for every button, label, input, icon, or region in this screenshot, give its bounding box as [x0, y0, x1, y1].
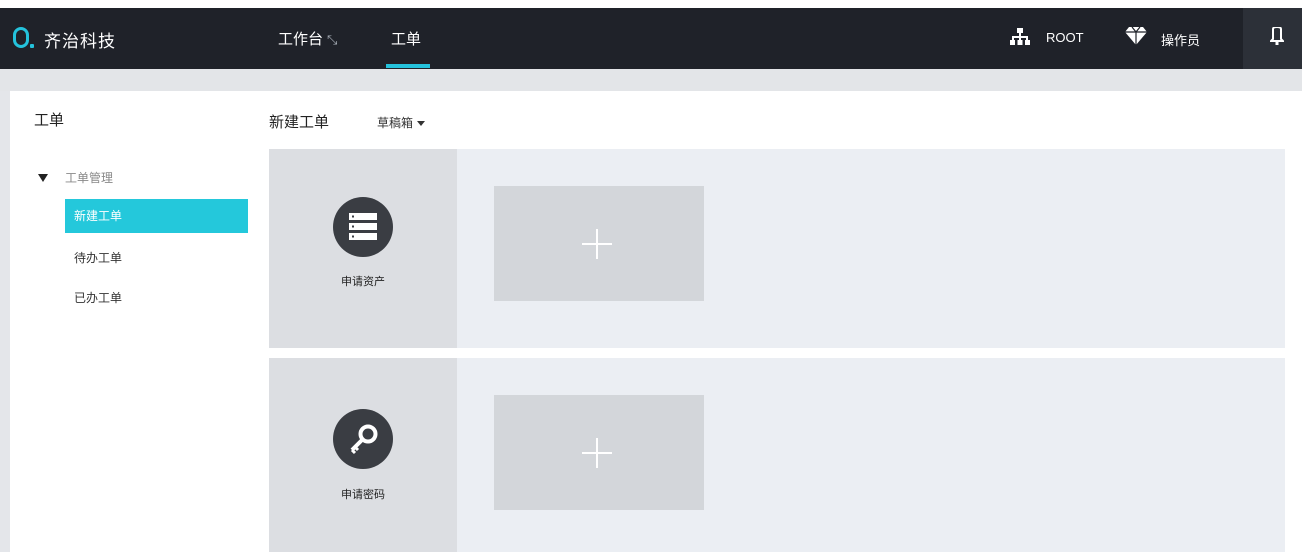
- nav-workbench[interactable]: 工作台 ⤡: [278, 28, 337, 49]
- org-tree-icon: [1010, 28, 1030, 45]
- diamond-icon: [1125, 27, 1147, 45]
- sidebar-item-pending[interactable]: 待办工单: [65, 241, 248, 275]
- request-asset-label: 申请资产: [341, 275, 385, 288]
- nav-workorder[interactable]: 工单: [391, 28, 421, 49]
- logo-dot: [30, 44, 34, 48]
- window-strip: [0, 0, 1302, 8]
- add-password-button[interactable]: [494, 395, 704, 510]
- drafts-dropdown[interactable]: 草稿箱: [377, 114, 426, 131]
- server-icon: [333, 197, 393, 257]
- sidebar-group-label[interactable]: 工单管理: [65, 169, 113, 186]
- drafts-label: 草稿箱: [377, 116, 414, 130]
- sidebar-title: 工单: [34, 111, 65, 129]
- logo-icon: [13, 27, 29, 48]
- nav-workbench-label: 工作台: [278, 30, 324, 48]
- sidebar: 工单 工单管理 新建工单 待办工单 已办工单: [10, 91, 248, 552]
- bell-icon: [1270, 27, 1284, 45]
- collapse-triangle-icon[interactable]: [38, 174, 48, 182]
- request-password-row: 申请密码: [269, 358, 1285, 552]
- request-asset-row: 申请资产: [269, 149, 1285, 348]
- add-asset-button[interactable]: [494, 186, 704, 301]
- user-org[interactable]: ROOT: [1046, 30, 1084, 45]
- chevron-down-icon: [417, 121, 426, 126]
- plus-icon: [596, 229, 598, 259]
- sidebar-item-new-order[interactable]: 新建工单: [65, 199, 248, 233]
- top-navbar: 齐治科技 工作台 ⤡ 工单 ROOT 操作员: [0, 0, 1302, 69]
- sub-header-bar: [0, 69, 1302, 91]
- plus-icon: [596, 438, 598, 468]
- sidebar-item-done[interactable]: 已办工单: [65, 281, 248, 315]
- request-password-label: 申请密码: [341, 488, 385, 501]
- page-title: 新建工单: [269, 113, 330, 131]
- key-icon: [333, 409, 393, 469]
- user-role[interactable]: 操作员: [1161, 30, 1200, 49]
- main-panel: 新建工单 草稿箱 申请资产 申请密码: [248, 91, 1302, 552]
- nav-active-indicator: [386, 64, 430, 68]
- expand-arrows-icon: ⤡: [327, 33, 338, 48]
- request-asset-card[interactable]: 申请资产: [269, 149, 457, 348]
- request-password-card[interactable]: 申请密码: [269, 358, 457, 552]
- brand-name: 齐治科技: [44, 32, 116, 52]
